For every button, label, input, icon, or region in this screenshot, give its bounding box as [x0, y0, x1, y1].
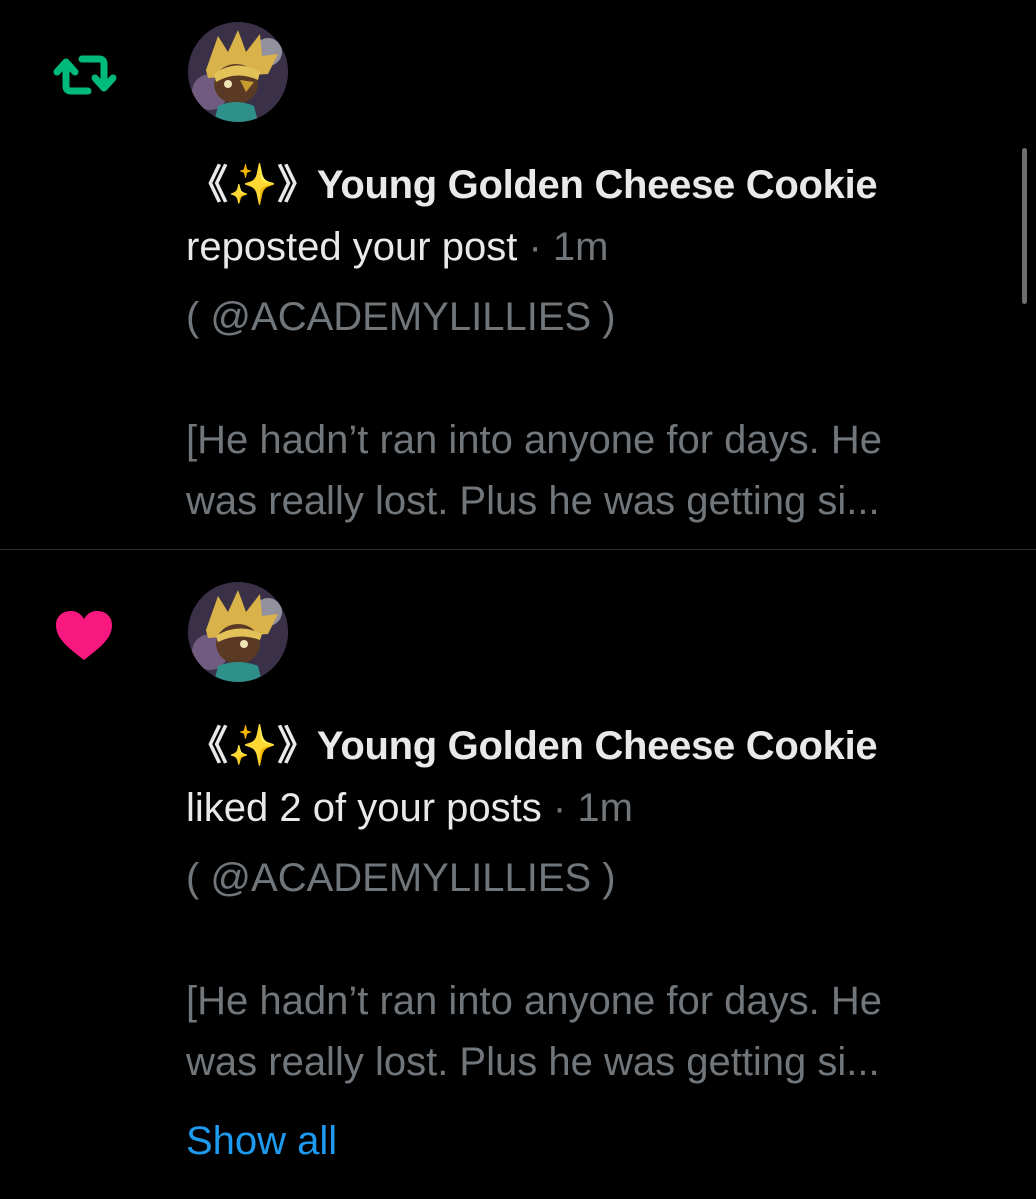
- repost-icon: [53, 55, 117, 95]
- display-name[interactable]: 《✨》Young Golden Cheese Cookie: [188, 720, 878, 772]
- notification-like[interactable]: 《✨》Young Golden Cheese Cookie liked 2 of…: [0, 550, 1036, 1199]
- heart-icon: [56, 611, 112, 660]
- show-all-link[interactable]: Show all: [186, 1115, 337, 1167]
- display-name[interactable]: 《✨》Young Golden Cheese Cookie: [188, 159, 878, 211]
- notification-action: reposted your post · 1m: [186, 221, 608, 273]
- post-preview[interactable]: [He hadn’t ran into anyone for days. He …: [186, 410, 1016, 532]
- user-handle[interactable]: ( @ACADEMYLILLIES ): [186, 852, 616, 904]
- scrollbar[interactable]: [1022, 148, 1027, 304]
- timestamp: 1m: [577, 786, 633, 830]
- action-text: liked 2 of your posts: [186, 786, 542, 830]
- avatar[interactable]: [188, 582, 288, 682]
- avatar[interactable]: [188, 22, 288, 122]
- separator-dot: ·: [552, 786, 567, 830]
- notification-repost[interactable]: 《✨》Young Golden Cheese Cookie reposted y…: [0, 0, 1036, 550]
- notification-action: liked 2 of your posts · 1m: [186, 782, 633, 834]
- user-handle[interactable]: ( @ACADEMYLILLIES ): [186, 291, 616, 343]
- separator-dot: ·: [528, 225, 542, 269]
- timestamp: 1m: [552, 225, 609, 269]
- post-preview[interactable]: [He hadn’t ran into anyone for days. He …: [186, 971, 1016, 1093]
- action-text: reposted your post: [186, 225, 518, 269]
